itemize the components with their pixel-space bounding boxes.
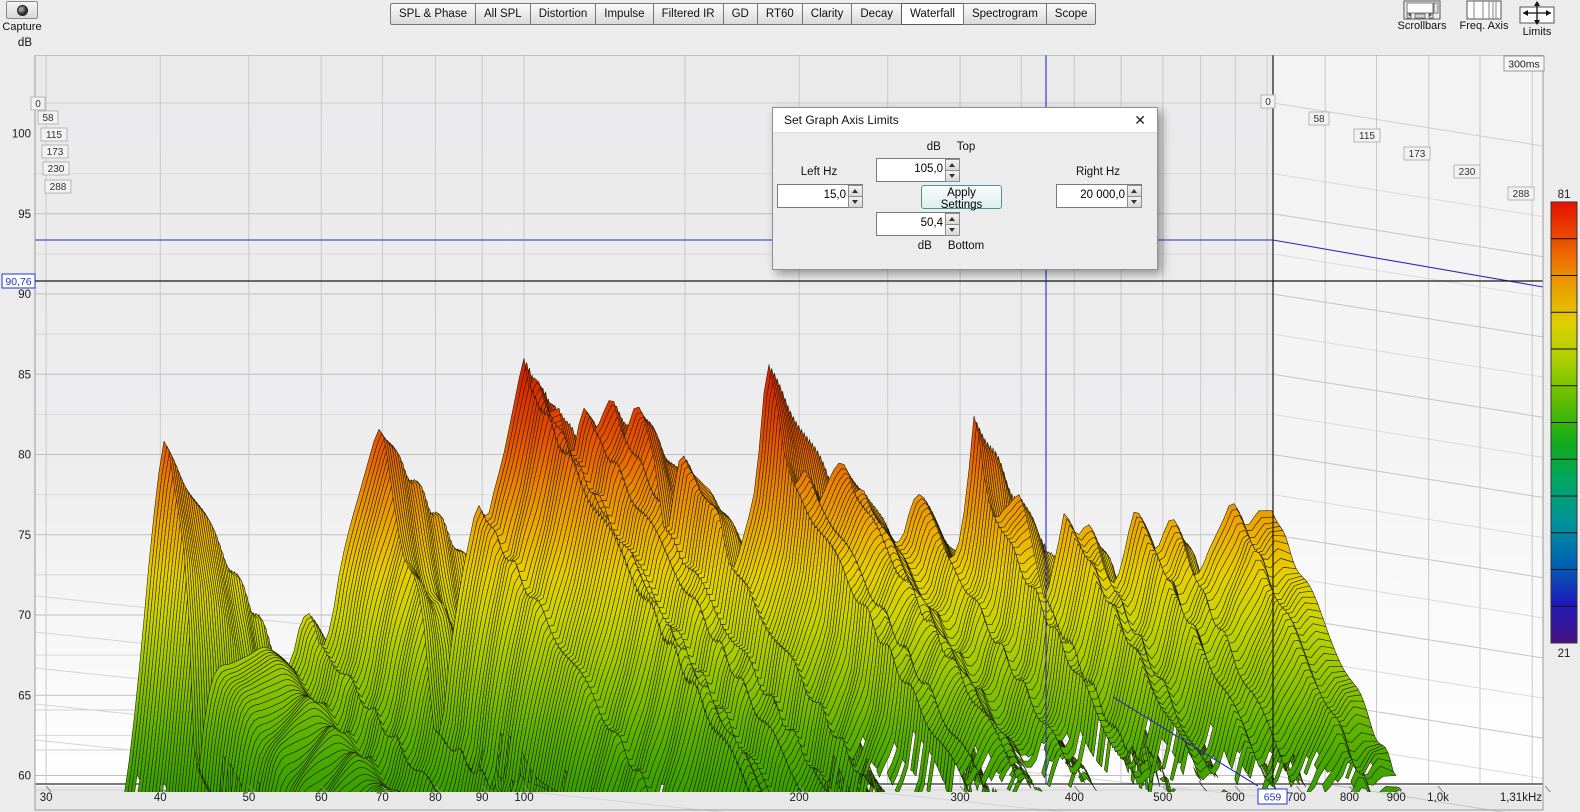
tab-distortion[interactable]: Distortion: [529, 3, 597, 25]
db-bottom-input[interactable]: [877, 213, 945, 233]
freq-tick-label: 300: [950, 792, 969, 804]
cursor-db-label: 90,76: [5, 276, 31, 288]
tab-decay[interactable]: Decay: [851, 3, 902, 25]
freq-axis-icon: [1456, 0, 1512, 20]
time-tick-label: 0: [35, 99, 41, 110]
cursor-freq-label: 659: [1264, 792, 1282, 804]
tab-impulse[interactable]: Impulse: [595, 3, 654, 25]
freq-tick-label: 1,31kHz: [1500, 792, 1542, 804]
db-tick-label: 65: [18, 690, 31, 702]
tab-clarity[interactable]: Clarity: [801, 3, 853, 25]
freq-tick-label: 500: [1153, 792, 1172, 804]
set-graph-axis-limits-dialog: Set Graph Axis Limits ✕ dBTop Left Hz Ap…: [772, 107, 1158, 270]
db-bottom-spinner: [945, 213, 960, 236]
db-tick-label: 85: [18, 369, 31, 381]
tab-spl-phase[interactable]: SPL & Phase: [390, 3, 476, 25]
freq-tick-label: 600: [1226, 792, 1245, 804]
legend-bottom-label: 21: [1558, 648, 1571, 660]
time-tick-label: 115: [1359, 131, 1375, 142]
db-bottom-label: dB Bottom: [917, 240, 985, 252]
tab-scope[interactable]: Scope: [1045, 3, 1097, 25]
freq-axis-button[interactable]: Freq. Axis: [1456, 0, 1512, 32]
freq-tick-label: 30: [40, 792, 53, 804]
freq-tick-label: 800: [1340, 792, 1359, 804]
freq-tick-label: 100: [514, 792, 533, 804]
spin-down-button[interactable]: [1127, 196, 1142, 208]
db-tick-label: 75: [18, 530, 31, 542]
graph-tab-strip: SPL & Phase All SPL Distortion Impulse Filte…: [390, 3, 1097, 25]
freq-tick-label: 700: [1287, 792, 1306, 804]
freq-tick-label: 70: [376, 792, 389, 804]
freq-tick-label: 90: [476, 792, 489, 804]
tab-all-spl[interactable]: All SPL: [474, 3, 531, 25]
freq-tick-label: 1,0k: [1427, 792, 1449, 804]
left-hz-label: Left Hz: [800, 166, 838, 178]
spin-down-button[interactable]: [945, 224, 960, 236]
capture-icon: [16, 4, 28, 16]
spin-down-button[interactable]: [848, 196, 863, 208]
limits-icon: [1514, 0, 1560, 26]
limits-button[interactable]: Limits: [1514, 0, 1560, 38]
legend-top-label: 81: [1558, 189, 1571, 201]
freq-tick-label: 200: [790, 792, 809, 804]
db-tick-label: 95: [18, 209, 31, 221]
right-hz-input[interactable]: [1057, 185, 1127, 205]
close-icon[interactable]: ✕: [1134, 111, 1146, 129]
button-label: Freq. Axis: [1459, 20, 1509, 32]
left-hz-spinner: [848, 185, 863, 208]
right-hz-spinner: [1127, 185, 1142, 208]
db-top-field: [876, 158, 960, 182]
time-tick-label: 58: [1313, 114, 1325, 125]
freq-tick-label: 400: [1065, 792, 1084, 804]
db-tick-label: 70: [18, 610, 31, 622]
left-hz-input[interactable]: [778, 185, 848, 205]
freq-tick-label: 60: [315, 792, 328, 804]
apply-settings-button[interactable]: Apply Settings: [921, 185, 1002, 211]
color-scale-legend: 81 21: [1550, 189, 1578, 660]
db-top-input[interactable]: [877, 159, 945, 179]
tab-filtered-ir[interactable]: Filtered IR: [652, 3, 724, 25]
right-hz-field: [1056, 184, 1142, 208]
tab-gd[interactable]: GD: [722, 3, 758, 25]
db-axis-title: dB: [17, 37, 32, 49]
dialog-title: Set Graph Axis Limits: [784, 113, 899, 127]
left-hz-field: [777, 184, 863, 208]
capture-button[interactable]: [6, 1, 38, 19]
time-tick-label: 288: [1513, 189, 1530, 200]
dialog-title-bar[interactable]: Set Graph Axis Limits ✕: [773, 108, 1157, 133]
time-window-label: 300ms: [1508, 59, 1540, 71]
capture-control: Capture: [2, 1, 42, 33]
freq-tick-label: 40: [154, 792, 167, 804]
right-hz-label: Right Hz: [1075, 166, 1121, 178]
time-tick-label: 115: [46, 130, 62, 141]
tab-rt60[interactable]: RT60: [756, 3, 803, 25]
time-tick-label: 230: [48, 164, 65, 175]
freq-tick-label: 50: [242, 792, 255, 804]
freq-tick-label: 900: [1387, 792, 1406, 804]
db-tick-label: 60: [18, 771, 31, 783]
time-tick-label: 0: [1265, 97, 1271, 108]
scrollbars-button[interactable]: Scrollbars: [1396, 0, 1448, 32]
tab-spectrogram[interactable]: Spectrogram: [962, 3, 1047, 25]
time-tick-label: 173: [47, 147, 64, 158]
capture-label: Capture: [2, 21, 42, 33]
scrollbars-icon: [1396, 0, 1448, 20]
time-tick-label: 58: [42, 113, 54, 124]
db-top-spinner: [945, 159, 960, 182]
db-top-label: dB Top: [926, 141, 976, 153]
db-bottom-field: [876, 212, 960, 236]
tab-waterfall[interactable]: Waterfall: [900, 3, 964, 25]
time-tick-label: 173: [1409, 149, 1426, 160]
button-label: Scrollbars: [1397, 20, 1447, 32]
button-label: Limits: [1522, 26, 1552, 38]
db-tick-label: 100: [12, 129, 31, 141]
db-tick-label: 80: [18, 450, 31, 462]
freq-tick-label: 80: [429, 792, 442, 804]
time-tick-label: 288: [50, 182, 67, 193]
time-tick-label: 230: [1459, 167, 1476, 178]
spin-down-button[interactable]: [945, 170, 960, 182]
db-tick-label: 90: [18, 289, 31, 301]
